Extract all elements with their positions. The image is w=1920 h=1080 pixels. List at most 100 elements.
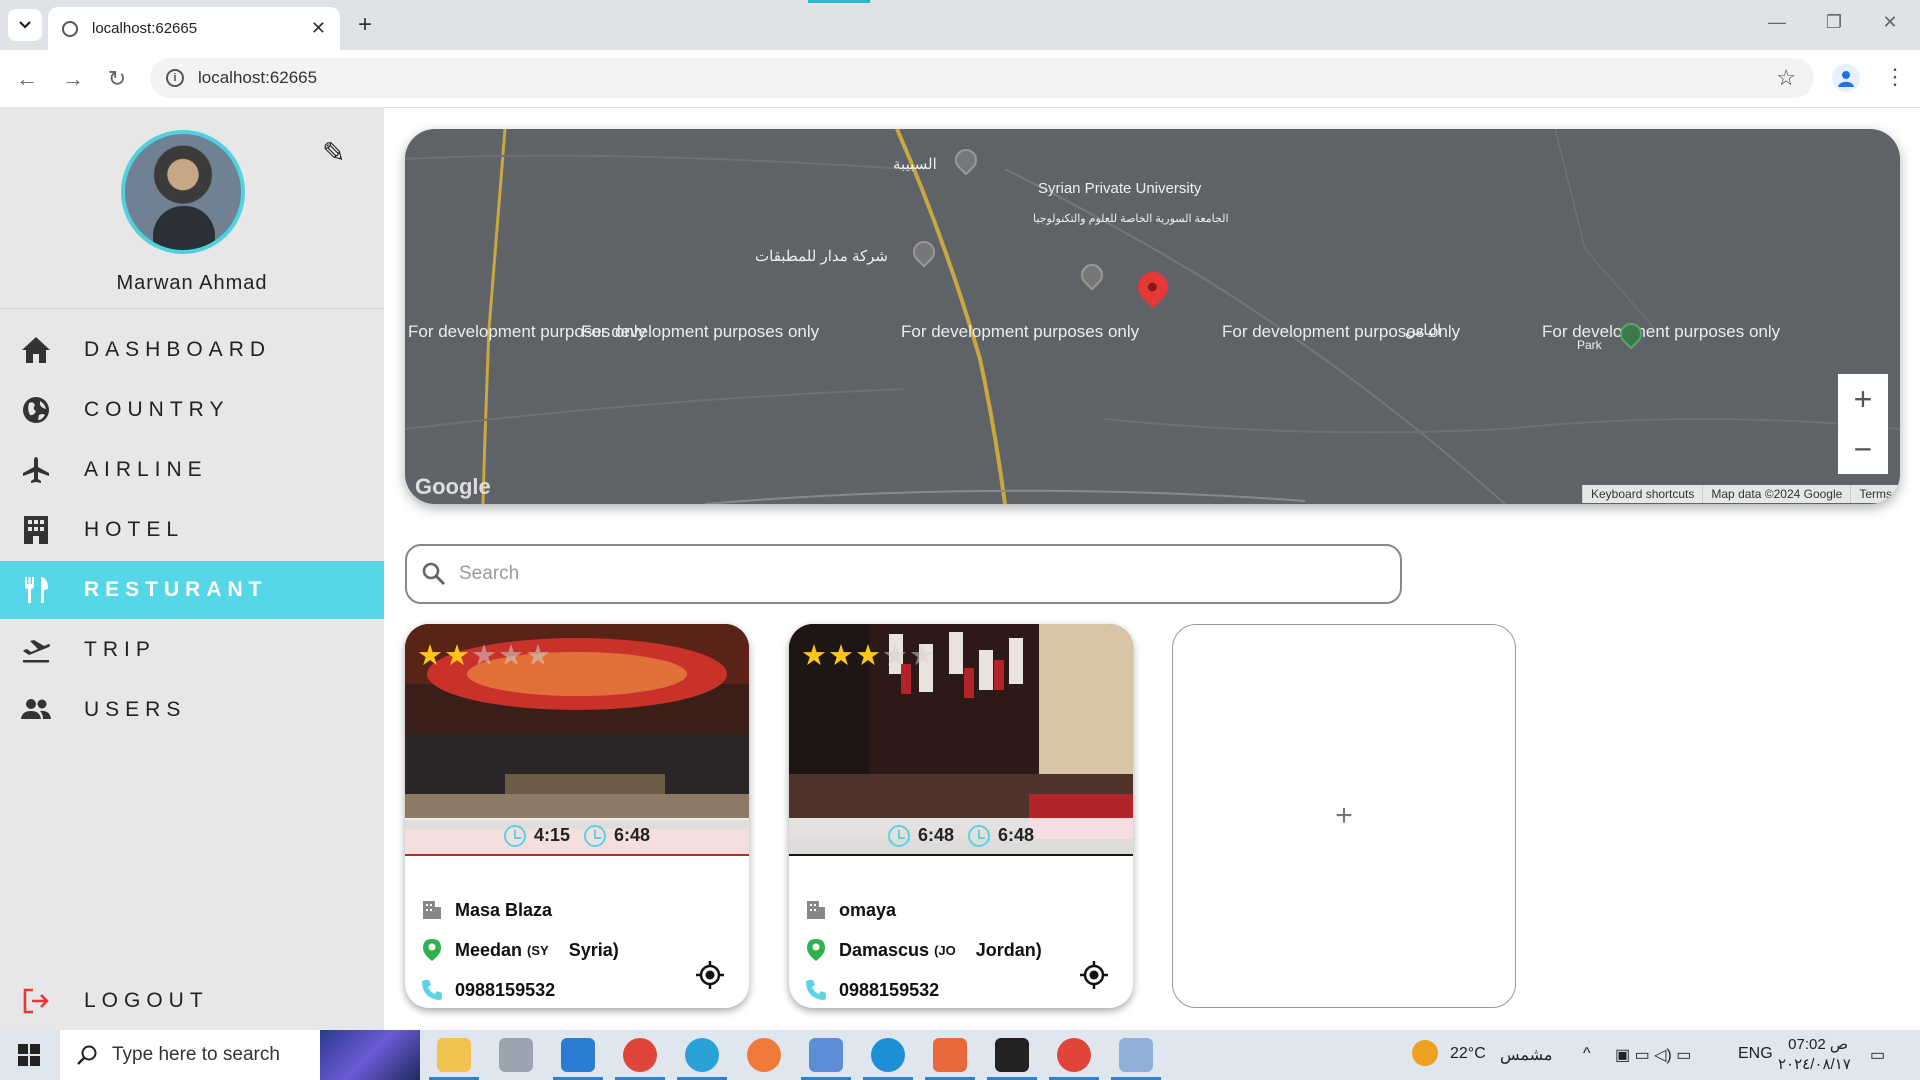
edge-icon[interactable] <box>863 1038 913 1080</box>
tab-search-button[interactable] <box>8 9 42 41</box>
location-pin-icon <box>803 938 829 962</box>
map-place-label: السبيبة <box>893 156 937 173</box>
browser-tab-strip: localhost:62665 ✕ + — ❐ ✕ <box>0 0 1920 50</box>
chevron-down-icon <box>19 21 31 29</box>
restaurant-card[interactable]: ★★★★★ 4:15 6:48 Masa Blaza Meedan (SY Sy… <box>405 624 749 1008</box>
chrome-icon[interactable] <box>1049 1038 1099 1080</box>
profile-icon[interactable] <box>1832 64 1860 92</box>
edit-profile-icon[interactable]: ✎ <box>322 136 345 169</box>
search-input[interactable] <box>459 563 1359 585</box>
sidebar-item-trip[interactable]: TRIP <box>0 621 384 679</box>
locate-icon[interactable] <box>1079 960 1109 990</box>
address-bar-row: ← → ↻ i localhost:62665 ☆ ⋮ <box>0 50 1920 108</box>
browser-tab[interactable]: localhost:62665 ✕ <box>48 7 340 50</box>
restaurant-phone-row: 0988159532 <box>419 970 619 1008</box>
close-time: 6:48 <box>968 825 1034 848</box>
sidebar-item-dashboard[interactable]: DASHBOARD <box>0 321 384 379</box>
airplane-icon <box>18 452 54 488</box>
telegram-icon[interactable] <box>677 1038 727 1080</box>
map-view[interactable]: For development purposes only For develo… <box>405 129 1900 504</box>
logout-button[interactable]: LOGOUT <box>0 972 384 1030</box>
sidebar-item-label: RESTURANT <box>84 578 268 601</box>
restaurant-country: Syria) <box>568 939 619 960</box>
file-explorer-icon[interactable] <box>429 1038 479 1080</box>
tray-chevron-icon[interactable]: ^ <box>1583 1045 1591 1063</box>
country-code: (JO <box>934 942 956 958</box>
map-place-label: الياس <box>1405 322 1442 339</box>
language-indicator[interactable]: ENG <box>1738 1045 1773 1063</box>
map-place-label: الجامعة السورية الخاصة للعلوم والتكنولوج… <box>1033 213 1229 225</box>
taskbar: Type here to search 22°C مشمس ^ ▣ ▭ ◁) ▭… <box>0 1030 1920 1080</box>
reload-icon[interactable]: ↻ <box>104 66 130 92</box>
terms-link[interactable]: Terms <box>1850 485 1900 503</box>
avatar <box>121 130 245 254</box>
close-window-icon[interactable]: ✕ <box>1878 12 1902 33</box>
star-icon: ★ <box>444 640 471 672</box>
zoom-in-button[interactable]: + <box>1838 374 1888 424</box>
windows-start-icon[interactable] <box>18 1044 40 1066</box>
add-restaurant-button[interactable]: + <box>1172 624 1516 1008</box>
new-tab-button[interactable]: + <box>350 10 380 40</box>
bookmark-star-icon[interactable]: ☆ <box>1776 65 1796 91</box>
map-place-label: شركة مدار للمطبقات <box>755 248 889 265</box>
phone-icon <box>419 979 445 1001</box>
profile-name: Marwan Ahmad <box>116 272 268 294</box>
close-time: 6:48 <box>584 825 650 848</box>
restaurant-name-row: Masa Blaza <box>419 890 619 930</box>
people-icon <box>18 692 54 728</box>
restaurant-city: Damascus <box>839 939 930 960</box>
chrome-icon[interactable] <box>615 1038 665 1080</box>
postman-icon[interactable] <box>747 1038 781 1072</box>
fork-knife-icon <box>18 572 54 608</box>
sidebar-item-restaurant[interactable]: RESTURANT <box>0 561 384 619</box>
sidebar-item-airline[interactable]: AIRLINE <box>0 441 384 499</box>
tray-icons[interactable]: ▣ ▭ ◁) ▭ <box>1615 1045 1691 1065</box>
star-icon: ★ <box>855 640 882 672</box>
minimize-icon[interactable]: — <box>1765 12 1789 33</box>
sidebar-item-country[interactable]: COUNTRY <box>0 381 384 439</box>
keyboard-shortcuts-link[interactable]: Keyboard shortcuts <box>1582 485 1702 503</box>
locate-icon[interactable] <box>695 960 725 990</box>
restaurant-info: Masa Blaza Meedan (SY Syria) 0988159532 <box>419 890 619 1008</box>
building-icon <box>803 899 829 921</box>
tab-strip-accent <box>808 0 870 3</box>
weather-icon[interactable] <box>1412 1040 1438 1066</box>
terminal-icon[interactable] <box>987 1038 1037 1080</box>
restaurant-card[interactable]: ★★★★★ 6:48 6:48 omaya Damascus (JO Jorda… <box>789 624 1133 1008</box>
vscode-icon[interactable] <box>553 1038 603 1080</box>
taskbar-date: ٢٠٢٤/٠٨/١٧ <box>1778 1056 1851 1073</box>
weather-temp[interactable]: 22°C <box>1450 1045 1486 1063</box>
opening-hours: 4:15 6:48 <box>405 818 749 854</box>
app-icon[interactable] <box>925 1038 975 1080</box>
sidebar-item-label: AIRLINE <box>84 458 208 481</box>
zoom-out-button[interactable]: − <box>1838 424 1888 474</box>
restaurant-name: Masa Blaza <box>455 899 553 920</box>
address-bar[interactable]: i localhost:62665 ☆ <box>150 58 1814 98</box>
browser-menu-icon[interactable]: ⋮ <box>1884 64 1906 90</box>
search-box[interactable] <box>405 544 1402 604</box>
app-icon[interactable] <box>801 1038 851 1080</box>
takeoff-icon <box>18 632 54 668</box>
person-icon <box>1838 71 1854 87</box>
app-icon[interactable] <box>499 1038 533 1072</box>
map-footer: Keyboard shortcuts Map data ©2024 Google… <box>1582 485 1900 503</box>
sidebar-item-users[interactable]: USERS <box>0 681 384 739</box>
url-text[interactable]: localhost:62665 <box>198 68 317 88</box>
notifications-icon[interactable]: ▭ <box>1870 1045 1885 1065</box>
opening-hours: 6:48 6:48 <box>789 818 1133 854</box>
tab-title: localhost:62665 <box>92 20 198 37</box>
star-icon: ★ <box>471 640 498 672</box>
app-icon[interactable] <box>1111 1038 1161 1080</box>
restore-icon[interactable]: ❐ <box>1822 12 1846 33</box>
weather-text[interactable]: مشمس <box>1500 1045 1553 1065</box>
forward-icon[interactable]: → <box>60 66 86 92</box>
close-tab-icon[interactable]: ✕ <box>311 18 326 39</box>
clock-icon <box>887 825 910 848</box>
sidebar-item-hotel[interactable]: HOTEL <box>0 501 384 559</box>
divider <box>0 308 384 309</box>
back-icon[interactable]: ← <box>14 66 40 92</box>
taskbar-clock[interactable]: 07:02 ص ٢٠٢٤/٠٨/١٧ <box>1778 1035 1851 1075</box>
logout-label: LOGOUT <box>84 989 209 1012</box>
taskbar-search[interactable]: Type here to search <box>60 1030 420 1080</box>
site-info-icon[interactable]: i <box>166 69 184 87</box>
